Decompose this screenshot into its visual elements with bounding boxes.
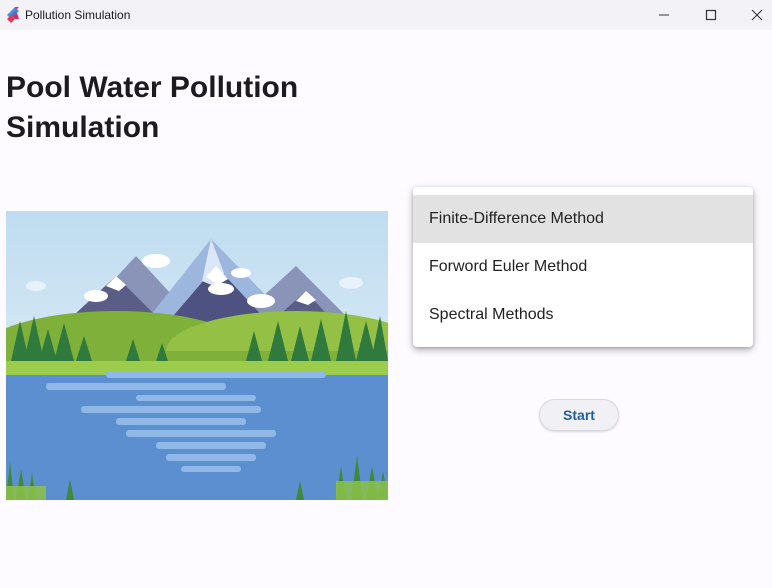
- start-button[interactable]: Start: [539, 399, 619, 431]
- maximize-icon: [705, 9, 717, 21]
- minimize-button[interactable]: [641, 0, 687, 30]
- menu-item-finite-difference[interactable]: Finite-Difference Method: [413, 195, 753, 243]
- window-title: Pollution Simulation: [25, 8, 131, 22]
- menu-item-spectral[interactable]: Spectral Methods: [413, 291, 753, 339]
- close-button[interactable]: [734, 0, 772, 30]
- window-title-bar: Pollution Simulation: [0, 0, 772, 30]
- minimize-icon: [659, 14, 669, 16]
- method-dropdown-menu[interactable]: Finite-Difference Method Forword Euler M…: [413, 187, 753, 347]
- close-icon: [751, 9, 763, 21]
- menu-item-forward-euler[interactable]: Forword Euler Method: [413, 243, 753, 291]
- page-title: Pool Water Pollution Simulation: [6, 71, 299, 144]
- app-icon: [7, 7, 19, 23]
- mountain-lake-illustration: [6, 211, 388, 500]
- maximize-button[interactable]: [688, 0, 734, 30]
